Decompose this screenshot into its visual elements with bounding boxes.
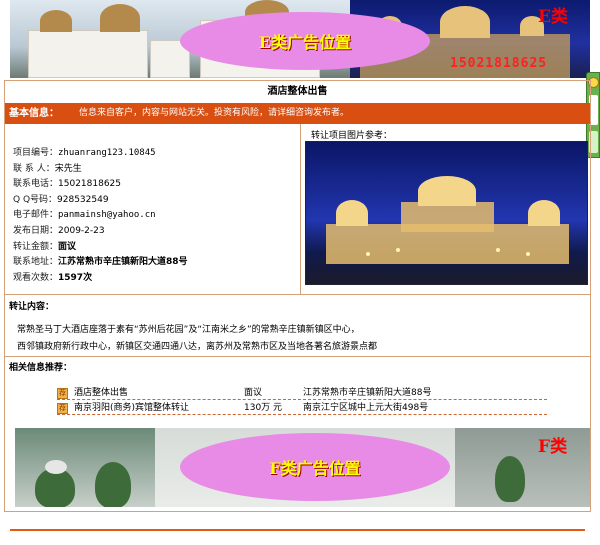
detail-value: 江苏常熟市辛庄镇新阳大道88号 — [58, 257, 188, 268]
project-photo[interactable] — [305, 141, 588, 285]
detail-row-price: 转让金额：面议 — [13, 240, 188, 256]
detail-value: 宋先生 — [54, 163, 82, 174]
detail-row-phone: 联系电话：15021818625 — [13, 177, 188, 193]
related-item-name[interactable]: 南京羽阳(商务)宾馆整体转让 — [74, 402, 189, 415]
detail-value: 15021818625 — [58, 179, 122, 190]
ad-phone-number: 15021818625 — [450, 56, 548, 71]
ad-text-f: F类广告位置 — [269, 459, 361, 478]
detail-key: 联系电话： — [13, 179, 59, 190]
related-info-section: 相关信息推荐： 荐 酒店整体出售 面议 江苏常熟市辛庄镇新阳大道88号 荐 南京… — [5, 357, 590, 425]
detail-key: 项目编号： — [13, 148, 59, 158]
detail-row-date: 发布日期：2009-2-23 — [13, 224, 188, 240]
related-title: 相关信息推荐： — [9, 363, 73, 373]
email-link[interactable]: panmainsh@yahoo.cn — [58, 210, 156, 220]
related-item-price: 面议 — [244, 388, 263, 398]
related-item-name[interactable]: 酒店整体出售 — [74, 387, 128, 400]
transfer-content-section: 转让内容： 常熟圣马丁大酒店座落于素有“苏州后花园”及“江南米之乡”的常熟辛庄镇… — [5, 295, 590, 357]
ad-placeholder-f[interactable]: F类广告位置 — [180, 433, 450, 501]
detail-row-qq: Q Q号码：928532549 — [13, 193, 188, 209]
detail-key: 联 系 人： — [13, 163, 55, 174]
detail-value: zhuanrang123.10845 — [58, 148, 156, 158]
transfer-title: 转让内容： — [9, 302, 55, 312]
photo-label: 转让项目图片参考： — [311, 131, 393, 141]
ad-placeholder-e[interactable]: E类广告位置 — [180, 12, 430, 70]
related-item-location: 南京江宁区城中上元大街498号 — [303, 403, 429, 413]
listing-frame: 酒店整体出售 基本信息： 信息来自客户，内容与网站无关。投资有风险，请详细咨询发… — [4, 80, 591, 512]
disclaimer-note: 信息来自客户，内容与网站无关。投资有风险，请详细咨询发布者。 — [79, 108, 350, 118]
page-title: 酒店整体出售 — [267, 86, 328, 97]
detail-key: Q Q号码： — [13, 194, 58, 205]
related-item-price: 130万 元 — [244, 403, 283, 413]
detail-row-id: 项目编号：zhuanrang123.10845 — [13, 146, 188, 162]
transfer-text-line-2: 西邻镇政府新行政中心，新镇区交通四通八达，离苏州及常熟市区及当地各著名旅游景点都 — [17, 342, 378, 352]
related-item[interactable]: 荐 南京羽阳(商务)宾馆整体转让 130万 元 南京江宁区城中上元大街498号 — [57, 402, 547, 415]
detail-value: 2009-2-23 — [58, 225, 105, 236]
detail-row-contact: 联 系 人：宋先生 — [13, 162, 188, 178]
recommend-icon: 荐 — [57, 403, 68, 414]
detail-row-views: 观看次数：1597次 — [13, 271, 188, 287]
basic-info-label: 基本信息： — [9, 108, 59, 119]
ad-text-e: E类广告位置 — [258, 33, 352, 52]
detail-key: 观看次数： — [13, 272, 59, 283]
project-photo-box: 转让项目图片参考： — [301, 124, 590, 295]
ad-class-tag-f: F类 — [538, 437, 568, 457]
basic-info-bar: 基本信息： 信息来自客户，内容与网站无关。投资有风险，请详细咨询发布者。 — [5, 103, 590, 124]
detail-value: 1597次 — [58, 272, 93, 283]
detail-row-address: 联系地址：江苏常熟市辛庄镇新阳大道88号 — [13, 255, 188, 271]
related-item-location: 江苏常熟市辛庄镇新阳大道88号 — [303, 388, 432, 398]
factory-photo-left — [15, 428, 155, 507]
footer-divider — [10, 529, 585, 531]
detail-row-email: 电子邮件：panmainsh@yahoo.cn — [13, 208, 188, 224]
ad-class-tag-e: E类 — [538, 7, 568, 27]
factory-photo-right — [455, 428, 590, 507]
detail-key: 发布日期： — [13, 225, 59, 236]
transfer-text-line-1: 常熟圣马丁大酒店座落于素有“苏州后花园”及“江南米之乡”的常熟辛庄镇新镇区中心， — [17, 325, 360, 335]
detail-key: 联系地址： — [13, 257, 59, 268]
detail-value: 面议 — [58, 241, 77, 252]
related-item[interactable]: 荐 酒店整体出售 面议 江苏常熟市辛庄镇新阳大道88号 — [57, 387, 547, 400]
detail-key: 转让金额： — [13, 241, 59, 252]
detail-key: 电子邮件： — [13, 210, 59, 221]
top-banner-ad[interactable]: E类广告位置 E类 15021818625 — [10, 0, 590, 78]
listing-details: 项目编号：zhuanrang123.10845 联 系 人：宋先生 联系电话：1… — [5, 124, 301, 295]
recommend-icon: 荐 — [57, 388, 68, 399]
detail-value: 928532549 — [57, 194, 109, 205]
bottom-banner-ad[interactable]: F类广告位置 F类 — [15, 428, 590, 507]
